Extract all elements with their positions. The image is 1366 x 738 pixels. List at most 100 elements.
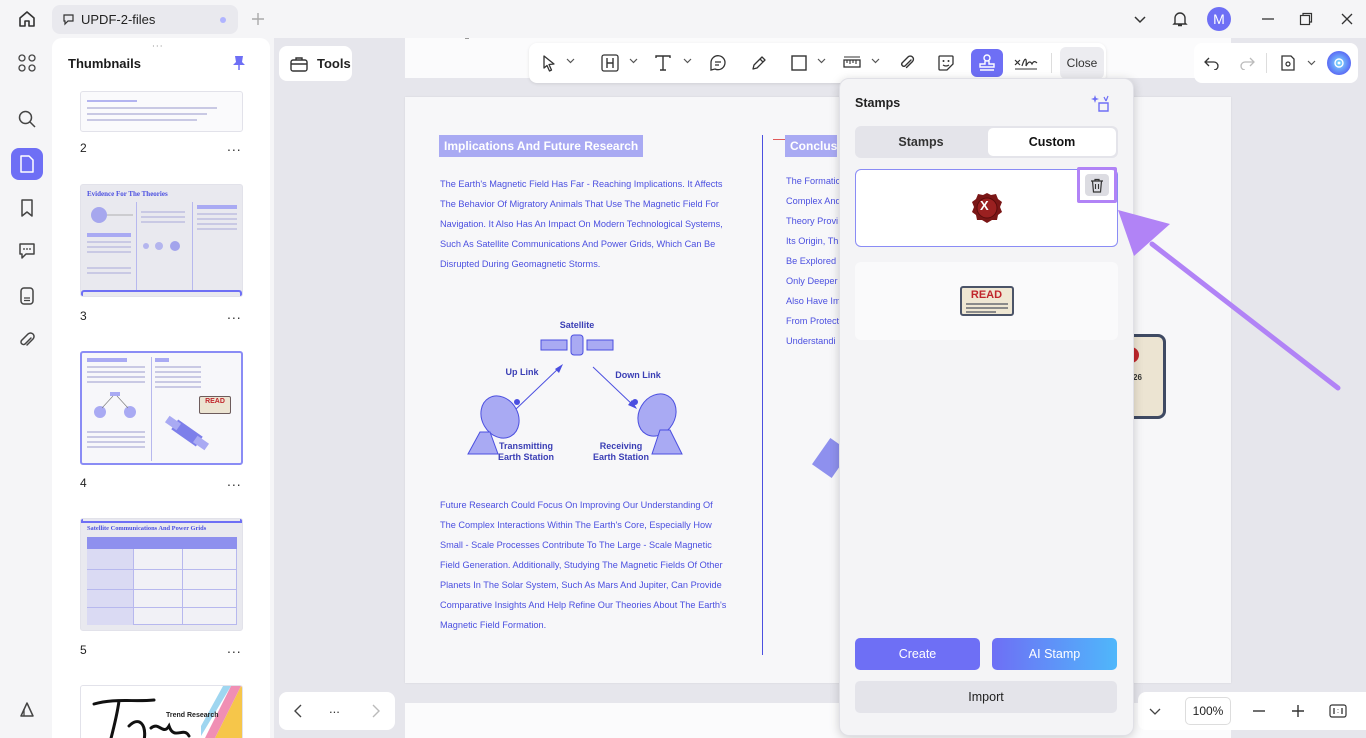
restore-icon[interactable] [1297, 10, 1315, 28]
signature-icon[interactable] [1013, 49, 1039, 77]
chevron-down-icon[interactable] [566, 56, 575, 65]
close-window-icon[interactable] [1338, 10, 1356, 28]
apps-grid-icon[interactable] [11, 47, 43, 79]
thumbnail-read-stamp: READ [199, 396, 231, 414]
zoom-controls: 100% [1138, 692, 1366, 730]
actual-size-icon[interactable] [1328, 702, 1348, 720]
close-toolbar-button[interactable]: Close [1060, 47, 1104, 79]
chevron-down-icon[interactable] [1131, 10, 1149, 28]
highlight-text-icon[interactable] [599, 49, 621, 77]
sticker-icon[interactable] [935, 49, 957, 77]
thumbnail-page-3[interactable]: Evidence For The Theories [80, 184, 243, 297]
pin-icon[interactable] [232, 55, 246, 71]
rectangle-shape-icon[interactable] [788, 49, 810, 77]
delete-stamp-highlight [1077, 167, 1117, 203]
page-navigation: ... [279, 692, 395, 730]
new-tab-icon[interactable] [249, 10, 267, 28]
title-bar: UPDF-2-files M [0, 0, 1366, 38]
thumbnail-page-6[interactable]: Trend Research [80, 685, 243, 738]
tools-label: Tools [317, 56, 351, 71]
custom-stamp-2[interactable]: READ [855, 262, 1118, 340]
page-indicator[interactable]: ... [329, 701, 340, 716]
thumbnail-5-title: Satellite Communications And Power Grids [87, 525, 207, 532]
left-icon-rail [4, 38, 50, 738]
chevron-down-icon[interactable] [871, 56, 880, 65]
previous-page-icon[interactable] [289, 702, 307, 720]
stamps-panel-title: Stamps [855, 96, 901, 110]
page-number-5: 5 [80, 643, 87, 657]
user-avatar[interactable]: M [1207, 7, 1231, 31]
left-paragraph-1: The Earth's Magnetic Field Has Far - Rea… [440, 179, 723, 269]
thumbnail-3-title: Evidence For The Theories [87, 190, 168, 198]
page-number-3: 3 [80, 309, 87, 323]
left-heading: Implications And Future Research [439, 135, 644, 157]
pointer-arrow-annotation [1118, 210, 1341, 391]
text-tool-icon[interactable] [652, 49, 674, 77]
page-number-2: 2 [80, 141, 87, 155]
delete-stamp-button[interactable] [1085, 174, 1109, 196]
label-satellite: Satellite [559, 320, 595, 330]
page-3-more-button[interactable]: ... [227, 306, 242, 322]
thumbnail-page-5[interactable]: Satellite Communications And Power Grids [80, 518, 243, 631]
import-stamp-button[interactable]: Import [855, 681, 1117, 713]
label-down-link: Down Link [615, 370, 661, 380]
column-divider [762, 135, 763, 655]
page-2-more-button[interactable]: ... [227, 138, 242, 154]
comment-icon[interactable] [11, 235, 43, 267]
pencil-icon[interactable] [748, 49, 770, 77]
tab-close-dot[interactable] [220, 17, 226, 23]
attachment-file-icon[interactable] [11, 280, 43, 312]
zoom-in-icon[interactable] [1289, 702, 1307, 720]
stamps-tab-switch: Stamps Custom [855, 126, 1118, 158]
attach-file-icon[interactable] [896, 49, 918, 77]
paperclip-icon[interactable] [11, 324, 43, 356]
save-icon[interactable] [1278, 53, 1298, 73]
annotation-toolbar: Close [529, 43, 1106, 83]
tab-stamps[interactable]: Stamps [857, 128, 985, 156]
chevron-down-icon[interactable] [817, 56, 826, 65]
history-toolbar [1194, 43, 1358, 83]
panel-drag-handle[interactable]: ⋅⋅⋅ [152, 41, 164, 52]
undo-icon[interactable] [1202, 53, 1222, 73]
create-stamp-button[interactable]: Create [855, 638, 980, 670]
read-stamp-label: READ [970, 289, 1003, 301]
redo-icon[interactable] [1237, 53, 1257, 73]
thumbnail-page-2[interactable] [80, 91, 243, 132]
chevron-down-icon[interactable] [683, 56, 692, 65]
ai-stamp-button[interactable]: AI Stamp [992, 638, 1117, 670]
stamp-tool-icon[interactable] [971, 49, 1003, 77]
next-page-icon[interactable] [367, 702, 385, 720]
measure-icon[interactable] [841, 49, 863, 77]
left-paragraph-2: Future Research Could Focus On Improving… [440, 500, 727, 630]
ai-stamp-sparkle-icon[interactable] [1090, 92, 1112, 114]
minimize-icon[interactable] [1259, 10, 1277, 28]
label-up-link: Up Link [505, 367, 539, 377]
ai-assistant-icon[interactable] [1327, 51, 1351, 75]
bookmark-icon[interactable] [11, 192, 43, 224]
chevron-down-icon[interactable] [629, 56, 638, 65]
right-paragraph: The Formatio Complex And Theory Provi It… [786, 176, 841, 346]
document-tab[interactable]: UPDF-2-files [52, 5, 238, 34]
label-receiving: Receiving [599, 441, 643, 451]
label-transmitting: Transmitting [498, 441, 553, 451]
layers-icon[interactable] [11, 694, 43, 726]
tab-custom[interactable]: Custom [988, 128, 1116, 156]
zoom-level[interactable]: 100% [1185, 697, 1231, 725]
toolbox-icon [290, 56, 308, 72]
search-icon[interactable] [11, 103, 43, 135]
wax-seal-glyph: X [980, 198, 989, 213]
zoom-out-icon[interactable] [1250, 702, 1268, 720]
thumbnail-page-4[interactable]: READ [80, 351, 243, 465]
page-4-more-button[interactable]: ... [227, 473, 242, 489]
tab-title: UPDF-2-files [81, 12, 156, 27]
page-icon[interactable] [11, 148, 43, 180]
tools-button[interactable]: Tools [279, 46, 352, 81]
chevron-down-icon[interactable] [1307, 58, 1316, 67]
chevron-down-icon[interactable] [1149, 707, 1161, 716]
page-5-more-button[interactable]: ... [227, 640, 242, 656]
home-icon[interactable] [14, 8, 40, 30]
select-cursor-icon[interactable] [538, 49, 560, 77]
sticky-note-icon[interactable] [707, 49, 729, 77]
page-number-4: 4 [80, 476, 87, 490]
bell-icon[interactable] [1169, 8, 1191, 30]
